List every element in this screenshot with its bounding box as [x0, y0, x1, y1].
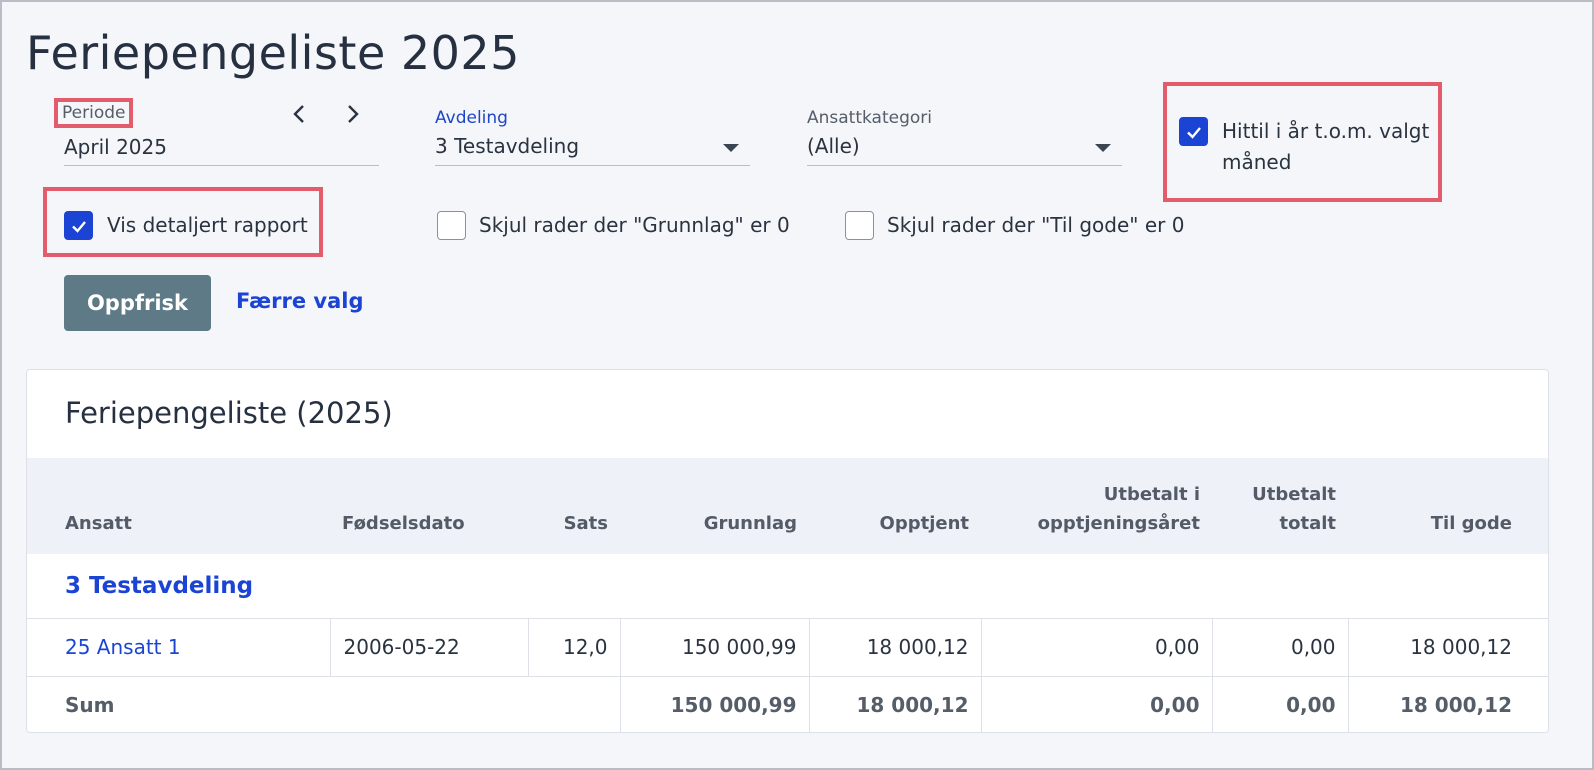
avdeling-underline: [435, 165, 750, 166]
sum-row: Sum 150 000,99 18 000,12 0,00 0,00 18 00…: [27, 675, 1548, 732]
periode-field[interactable]: Periode April 2025: [53, 98, 379, 166]
col-utbetalt-totalt-line2: totalt: [1279, 513, 1337, 534]
col-opptjent: Opptjent: [879, 513, 969, 534]
skjul-grunnlag-label: Skjul rader der "Grunnlag" er 0: [479, 213, 790, 237]
avdeling-value: 3 Testavdeling: [435, 134, 580, 158]
ansattkategori-value: (Alle): [807, 134, 860, 158]
cell-til-gode: 18 000,12: [1347, 617, 1548, 676]
check-icon: [1186, 126, 1201, 139]
hittil-label-line1: Hittil i år t.o.m. valgt: [1222, 119, 1430, 143]
page-title: Feriepengeliste 2025: [26, 26, 520, 80]
skjul-grunnlag-checkbox[interactable]: [437, 211, 466, 240]
ansattkategori-label: Ansattkategori: [807, 108, 933, 128]
employee-link[interactable]: 25 Ansatt 1: [65, 635, 181, 659]
col-grunnlag: Grunnlag: [703, 513, 797, 534]
refresh-button[interactable]: Oppfrisk: [64, 275, 211, 331]
sum-grunnlag: 150 000,99: [619, 675, 809, 732]
col-til-gode: Til gode: [1430, 513, 1512, 534]
table-row: 25 Ansatt 1 2006-05-22 12,0 150 000,99 1…: [27, 617, 1548, 676]
chevron-left-icon[interactable]: [290, 103, 308, 130]
sum-utbetalt-totalt: 0,00: [1211, 675, 1348, 732]
chevron-right-icon[interactable]: [344, 103, 362, 130]
department-name[interactable]: 3 Testavdeling: [65, 573, 253, 599]
col-utbetalt-totalt-line1: Utbetalt: [1252, 484, 1336, 505]
skjul-tilgode-checkbox[interactable]: [845, 211, 874, 240]
cell-utbetalt-totalt: 0,00: [1211, 617, 1348, 676]
sum-til-gode: 18 000,12: [1347, 675, 1548, 732]
check-icon: [71, 220, 86, 233]
cell-sats: 12,0: [527, 617, 620, 676]
periode-underline: [64, 165, 379, 166]
vis-detaljert-label: Vis detaljert rapport: [107, 213, 308, 237]
vis-detaljert-checkbox[interactable]: [64, 211, 93, 240]
ansattkategori-underline: [807, 165, 1122, 166]
cell-opptjent: 18 000,12: [808, 617, 981, 676]
avdeling-select[interactable]: Avdeling 3 Testavdeling: [435, 108, 750, 166]
hittil-checkbox[interactable]: [1179, 117, 1208, 146]
report-card: Feriepengeliste (2025) Ansatt Fødselsdat…: [26, 369, 1549, 733]
sum-utbetalt-i: 0,00: [980, 675, 1212, 732]
report-table: Ansatt Fødselsdato Sats Grunnlag Opptjen…: [27, 458, 1548, 732]
table-header-row: Ansatt Fødselsdato Sats Grunnlag Opptjen…: [27, 458, 1548, 554]
col-utbetalt-i-line2: opptjeningsåret: [1037, 513, 1200, 534]
col-utbetalt-totalt: Utbetalt totalt: [1212, 458, 1348, 554]
col-utbetalt-i: Utbetalt i opptjeningsåret: [981, 458, 1212, 554]
chevron-down-icon[interactable]: [1095, 144, 1111, 152]
sum-label: Sum: [27, 675, 620, 732]
hittil-label-line2: måned: [1222, 150, 1292, 174]
fewer-options-link[interactable]: Færre valg: [236, 289, 363, 313]
department-row: 3 Testavdeling: [27, 554, 1548, 618]
avdeling-label: Avdeling: [435, 108, 508, 128]
periode-value[interactable]: April 2025: [64, 135, 167, 159]
col-ansatt: Ansatt: [65, 513, 132, 534]
skjul-tilgode-label: Skjul rader der "Til gode" er 0: [887, 213, 1185, 237]
chevron-down-icon[interactable]: [723, 144, 739, 152]
ansattkategori-select[interactable]: Ansattkategori (Alle): [807, 108, 1122, 166]
cell-grunnlag: 150 000,99: [619, 617, 809, 676]
col-utbetalt-i-line1: Utbetalt i: [1103, 484, 1200, 505]
col-fodselsdato: Fødselsdato: [342, 513, 465, 534]
col-sats: Sats: [563, 513, 608, 534]
cell-fodselsdato: 2006-05-22: [329, 617, 528, 676]
report-title: Feriepengeliste (2025): [65, 396, 393, 430]
cell-utbetalt-i: 0,00: [980, 617, 1212, 676]
periode-label: Periode: [53, 98, 134, 128]
sum-opptjent: 18 000,12: [808, 675, 981, 732]
